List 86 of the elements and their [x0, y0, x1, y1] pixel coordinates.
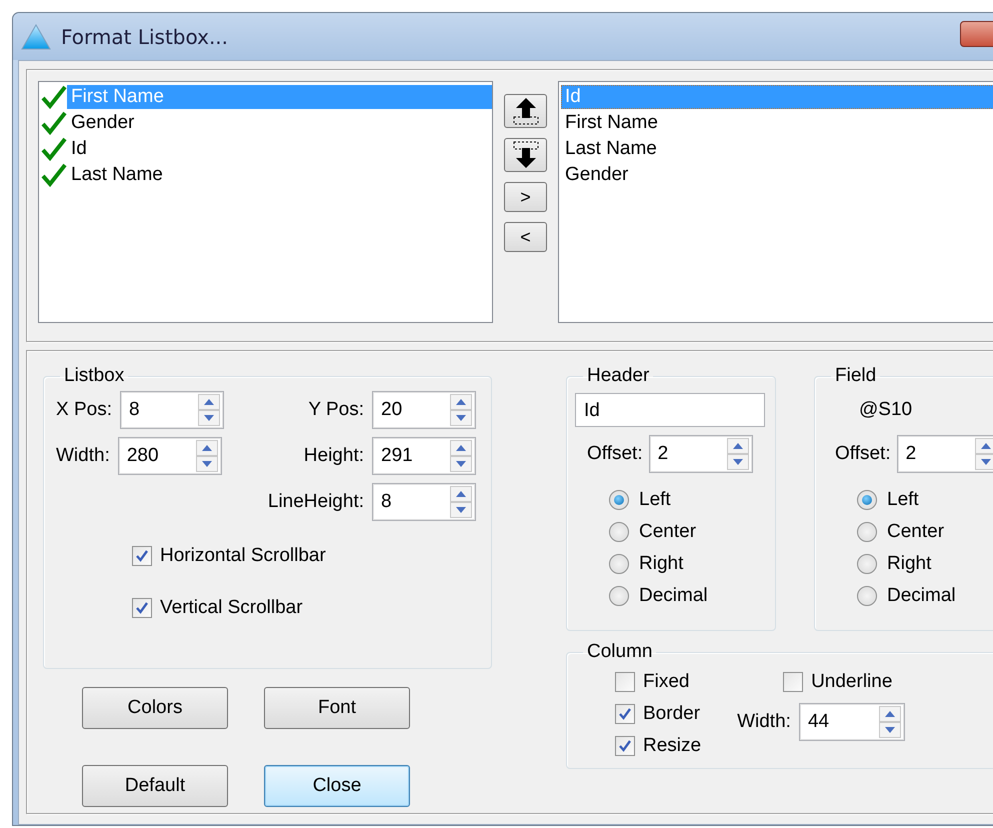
spin-value: 280 — [126, 445, 160, 467]
spin-buttons[interactable] — [450, 440, 472, 472]
radio-button[interactable] — [609, 522, 629, 542]
field-label: Width: — [737, 711, 791, 733]
field-label: Width: — [56, 445, 110, 467]
dialog-button[interactable]: Default — [82, 765, 228, 807]
radio-button[interactable] — [857, 554, 877, 574]
checkbox-label: Resize — [643, 735, 702, 757]
spin-buttons[interactable] — [974, 438, 993, 470]
radio-label: Left — [639, 489, 671, 511]
radio-button[interactable] — [857, 522, 877, 542]
spin-value: 8 — [380, 491, 393, 513]
spin-field[interactable]: 20 — [372, 391, 476, 429]
check-icon[interactable] — [41, 111, 67, 135]
spin-buttons[interactable] — [450, 394, 472, 426]
checkbox-label: Border — [643, 703, 700, 725]
radio-label: Decimal — [887, 585, 956, 607]
spin-field[interactable]: 2 — [648, 435, 753, 473]
window-title: Format Listbox... — [61, 24, 228, 48]
group-title: Column — [586, 641, 654, 663]
move-down-button[interactable] — [504, 138, 547, 172]
checkbox[interactable] — [615, 672, 635, 692]
checkbox[interactable] — [615, 736, 635, 756]
radio-button[interactable] — [857, 490, 877, 510]
spin-field[interactable]: 8 — [372, 483, 476, 521]
radio-button[interactable] — [857, 586, 877, 606]
field-label: Height: — [304, 445, 364, 467]
group-title: Header — [586, 365, 650, 387]
header-input[interactable]: Id — [575, 393, 765, 427]
radio-label: Right — [887, 553, 932, 575]
dialog-button[interactable]: Font — [264, 687, 410, 729]
list-item[interactable]: Gender — [67, 111, 492, 135]
spin-value: 8 — [128, 399, 141, 421]
spin-buttons[interactable] — [726, 438, 749, 470]
spin-field[interactable]: 280 — [118, 437, 222, 475]
spin-value: 2 — [904, 443, 918, 465]
list-item[interactable]: Id — [67, 137, 492, 161]
spin-value: 291 — [380, 445, 414, 467]
checkbox-label: Horizontal Scrollbar — [160, 545, 326, 567]
radio-label: Left — [887, 489, 919, 511]
spin-field[interactable]: 44 — [798, 703, 905, 741]
spin-field[interactable]: 8 — [120, 391, 224, 429]
checkbox[interactable] — [615, 704, 635, 724]
spin-buttons[interactable] — [450, 486, 472, 518]
check-icon[interactable] — [41, 85, 67, 109]
radio-button[interactable] — [609, 554, 629, 574]
spin-value: 20 — [380, 399, 404, 421]
move-button[interactable]: < — [504, 222, 547, 252]
checkbox[interactable] — [783, 672, 804, 692]
spin-buttons[interactable] — [878, 706, 901, 738]
field-picture: @S10 — [859, 398, 914, 422]
triangle-logo-icon — [21, 24, 51, 50]
checkbox[interactable] — [132, 598, 152, 618]
dialog-button[interactable]: Colors — [82, 687, 228, 729]
spin-field[interactable]: 291 — [372, 437, 476, 475]
check-icon[interactable] — [41, 163, 67, 187]
radio-label: Center — [887, 521, 944, 543]
field-label: Offset: — [587, 443, 643, 465]
field-label: Offset: — [835, 443, 891, 465]
spin-buttons[interactable] — [198, 394, 220, 426]
checkbox-label: Vertical Scrollbar — [160, 597, 303, 619]
spin-value: 44 — [806, 711, 830, 733]
radio-label: Center — [639, 521, 696, 543]
group-title: Listbox — [63, 365, 126, 387]
list-item[interactable]: Last Name — [561, 137, 993, 161]
radio-label: Decimal — [639, 585, 708, 607]
check-icon[interactable] — [41, 137, 67, 161]
checkbox-label: Fixed — [643, 671, 690, 693]
move-up-button[interactable] — [504, 94, 547, 128]
radio-button[interactable] — [609, 490, 629, 510]
field-label: X Pos: — [56, 399, 112, 421]
radio-label: Right — [639, 553, 684, 575]
spin-buttons[interactable] — [196, 440, 218, 472]
group-title: Field — [834, 365, 878, 387]
spin-value: 2 — [656, 443, 670, 465]
field-label: LineHeight: — [268, 491, 364, 513]
checkbox[interactable] — [132, 546, 152, 566]
spin-field[interactable]: 2 — [896, 435, 993, 473]
field-label: Y Pos: — [308, 399, 364, 421]
radio-button[interactable] — [609, 586, 629, 606]
list-item[interactable]: First Name — [561, 111, 993, 135]
checkbox-label: Underline — [811, 671, 892, 693]
dialog-button[interactable]: Close — [264, 765, 410, 807]
move-button[interactable]: > — [504, 182, 547, 212]
list-item[interactable]: Last Name — [67, 163, 492, 187]
list-item[interactable]: Gender — [561, 163, 993, 187]
